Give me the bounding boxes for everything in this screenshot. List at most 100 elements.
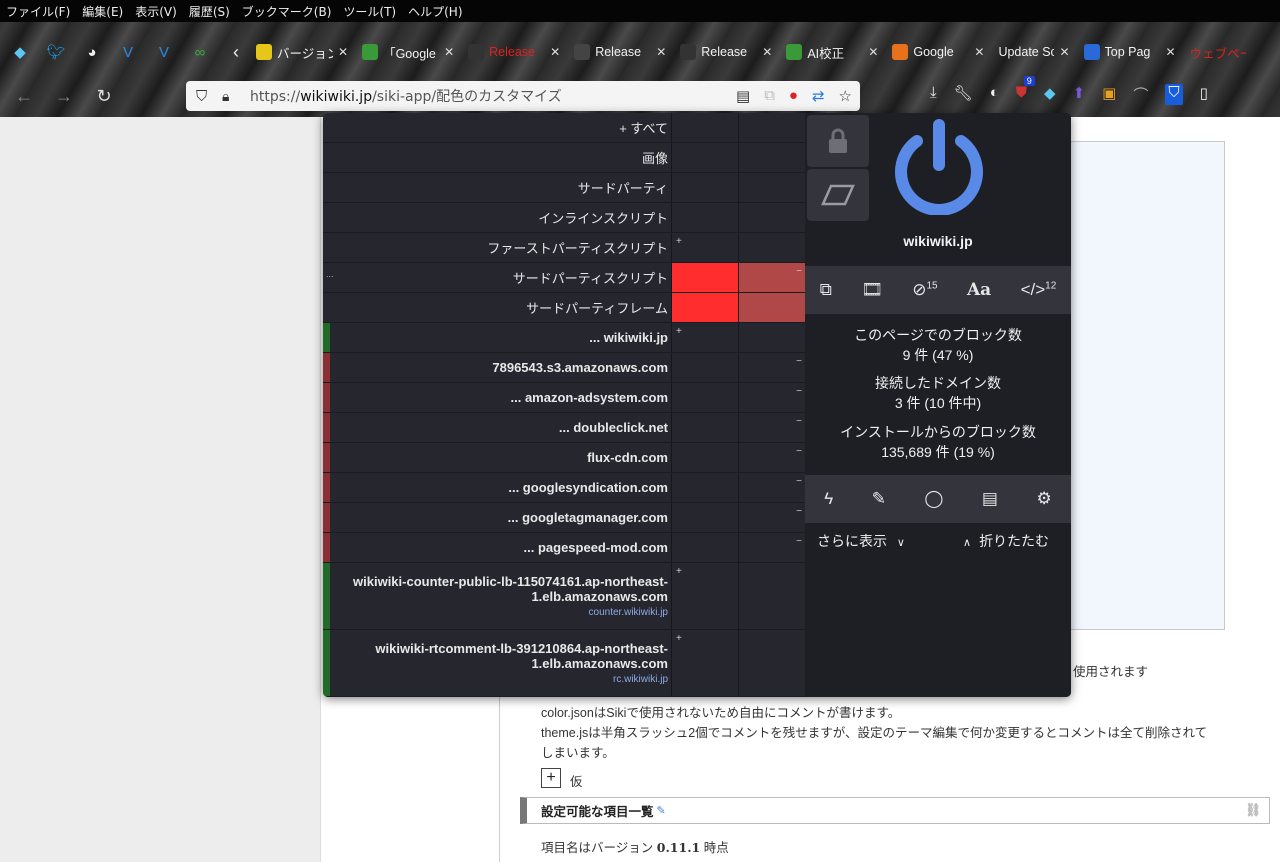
more-button[interactable]: さらに表示 ∨ xyxy=(817,531,905,551)
reader-icon[interactable]: ▤ xyxy=(736,87,750,105)
menu-item[interactable]: 表示(V) xyxy=(135,3,177,20)
menu-item[interactable]: ブックマーク(B) xyxy=(242,3,332,20)
browser-tab[interactable]: Top Pag ✕ xyxy=(1080,38,1180,66)
menu-item[interactable]: ツール(T) xyxy=(343,3,396,20)
browser-tab[interactable]: 「Google ✕ xyxy=(358,38,458,66)
menu-item[interactable]: 履歴(S) xyxy=(189,3,230,20)
browser-tab[interactable]: Google ✕ xyxy=(888,38,988,66)
swoosh-icon[interactable]: ⌒ xyxy=(1133,84,1148,105)
local-rule-cell[interactable]: − xyxy=(738,503,805,532)
less-button[interactable]: ∧ 折りたたむ xyxy=(963,531,1049,551)
close-tab-icon[interactable]: ✕ xyxy=(1059,45,1069,59)
browser-tab[interactable]: Release ✕ xyxy=(464,38,564,66)
lock-button[interactable] xyxy=(807,115,869,167)
local-rule-cell[interactable] xyxy=(738,203,805,232)
settings-gears-icon[interactable]: ⚙ xyxy=(1036,489,1051,509)
twitter-icon[interactable]: 🐦︎ xyxy=(40,38,72,66)
local-rule-cell[interactable] xyxy=(738,293,805,322)
gem-extension-icon[interactable]: ◆ xyxy=(1044,84,1056,105)
firewall-row[interactable]: flux-cdn.com − xyxy=(323,443,805,473)
local-rule-cell[interactable]: − xyxy=(738,533,805,562)
download-icon[interactable]: ⤓ xyxy=(930,84,937,105)
translate-icon[interactable]: ⇄ xyxy=(812,87,825,105)
firewall-row[interactable]: サードパーティ xyxy=(323,173,805,203)
global-rule-cell[interactable]: + xyxy=(671,563,738,629)
local-rule-cell[interactable]: − xyxy=(738,353,805,382)
firewall-row[interactable]: + すべて xyxy=(323,113,805,143)
global-rule-cell[interactable]: + xyxy=(671,630,738,696)
global-rule-cell[interactable] xyxy=(671,263,738,292)
firewall-row-lb[interactable]: wikiwiki-rtcomment-lb-391210864.ap-north… xyxy=(323,630,805,697)
v-icon[interactable]: V xyxy=(148,38,180,66)
local-rule-cell[interactable] xyxy=(738,563,805,629)
gem-icon[interactable]: ◆ xyxy=(4,38,36,66)
global-rule-cell[interactable] xyxy=(671,533,738,562)
firewall-row[interactable]: ... wikiwiki.jp + xyxy=(323,323,805,353)
close-tab-icon[interactable]: ✕ xyxy=(762,45,772,59)
tab-scroll-left-icon[interactable]: ‹ xyxy=(220,38,252,66)
bitwarden-icon[interactable]: ⛉ xyxy=(1165,84,1183,105)
global-rule-cell[interactable] xyxy=(671,203,738,232)
menu-item[interactable]: ファイル(F) xyxy=(6,3,70,20)
presentation-icon[interactable]: ▣ xyxy=(1102,84,1116,105)
browser-tab[interactable]: Release ✕ xyxy=(570,38,670,66)
url-bar[interactable]: ⛉ 🔒︎ https://wikiwiki.jp/siki-app/配色のカスタ… xyxy=(186,81,860,111)
media-film-icon[interactable]: 🎞︎ xyxy=(861,280,883,300)
firewall-row[interactable]: ファーストパーティスクリプト + xyxy=(323,233,805,263)
local-rule-cell[interactable]: − xyxy=(738,383,805,412)
close-tab-icon[interactable]: ✕ xyxy=(974,45,984,59)
lightning-icon[interactable]: ϟ xyxy=(824,489,833,509)
global-rule-cell[interactable] xyxy=(671,113,738,142)
firewall-row[interactable]: 画像 xyxy=(323,143,805,173)
compass-icon[interactable]: ◕ xyxy=(76,38,108,66)
close-tab-icon[interactable]: ✕ xyxy=(868,45,878,59)
plus-icon[interactable]: + xyxy=(541,768,561,788)
eyedropper-icon[interactable]: ✎ xyxy=(872,489,886,509)
global-rule-cell[interactable] xyxy=(671,143,738,172)
global-rule-cell[interactable] xyxy=(671,443,738,472)
close-tab-icon[interactable]: ✕ xyxy=(338,45,348,59)
firewall-row[interactable]: インラインスクリプト xyxy=(323,203,805,233)
reload-icon[interactable]: ↻ xyxy=(84,86,124,107)
firewall-row[interactable]: 7896543.s3.amazonaws.com − xyxy=(323,353,805,383)
firewall-row[interactable]: ... googlesyndication.com − xyxy=(323,473,805,503)
local-rule-cell[interactable] xyxy=(738,173,805,202)
browser-tab[interactable]: バージョン ✕ xyxy=(252,38,352,66)
browser-tab[interactable]: AI校正 ✕ xyxy=(782,38,882,66)
compass-extension-icon[interactable]: ◐ xyxy=(990,84,999,105)
firewall-row[interactable]: ... サードパーティスクリプト − xyxy=(323,263,805,293)
firewall-row[interactable]: ... googletagmanager.com − xyxy=(323,503,805,533)
global-rule-cell[interactable] xyxy=(671,473,738,502)
global-rule-cell[interactable] xyxy=(671,383,738,412)
remote-font-icon[interactable]: Aa xyxy=(967,280,991,300)
close-tab-icon[interactable]: ✕ xyxy=(656,45,666,59)
local-rule-cell[interactable] xyxy=(738,630,805,696)
arrow-extension-icon[interactable]: ⬆ xyxy=(1073,84,1086,105)
local-rule-cell[interactable]: − xyxy=(738,263,805,292)
speech-bubble-icon[interactable]: ◯ xyxy=(924,489,943,509)
browser-tab[interactable]: ウェブページ xyxy=(1186,38,1250,66)
v-icon[interactable]: V xyxy=(112,38,144,66)
overflow-icon[interactable]: ▯ xyxy=(1200,84,1208,105)
firewall-row[interactable]: サードパーティフレーム xyxy=(323,293,805,323)
firewall-row[interactable]: ... pagespeed-mod.com − xyxy=(323,533,805,563)
local-rule-cell[interactable] xyxy=(738,143,805,172)
local-rule-cell[interactable] xyxy=(738,323,805,352)
bookmark-star-icon[interactable]: ☆ xyxy=(839,87,852,105)
close-tab-icon[interactable]: ✕ xyxy=(1166,45,1176,59)
url-text[interactable]: https://wikiwiki.jp/siki-app/配色のカスタマイズ xyxy=(250,86,562,106)
firewall-row[interactable]: ... doubleclick.net − xyxy=(323,413,805,443)
local-rule-cell[interactable]: − xyxy=(738,413,805,442)
back-icon[interactable]: ← xyxy=(4,86,44,107)
power-icon[interactable] xyxy=(891,119,987,215)
script-code-icon[interactable]: </>12 xyxy=(1021,280,1057,300)
cosmetic-eye-icon[interactable]: ⊘15 xyxy=(912,280,937,300)
browser-tab[interactable]: Release ✕ xyxy=(676,38,776,66)
local-rule-cell[interactable]: − xyxy=(738,443,805,472)
local-rule-cell[interactable] xyxy=(738,113,805,142)
firewall-row[interactable]: ... amazon-adsystem.com − xyxy=(323,383,805,413)
ublock-icon[interactable]: ⛊ 9 xyxy=(1016,76,1035,105)
global-rule-cell[interactable] xyxy=(671,503,738,532)
wrench-icon[interactable]: 🔧︎ xyxy=(954,84,973,105)
menu-item[interactable]: 編集(E) xyxy=(82,3,123,20)
